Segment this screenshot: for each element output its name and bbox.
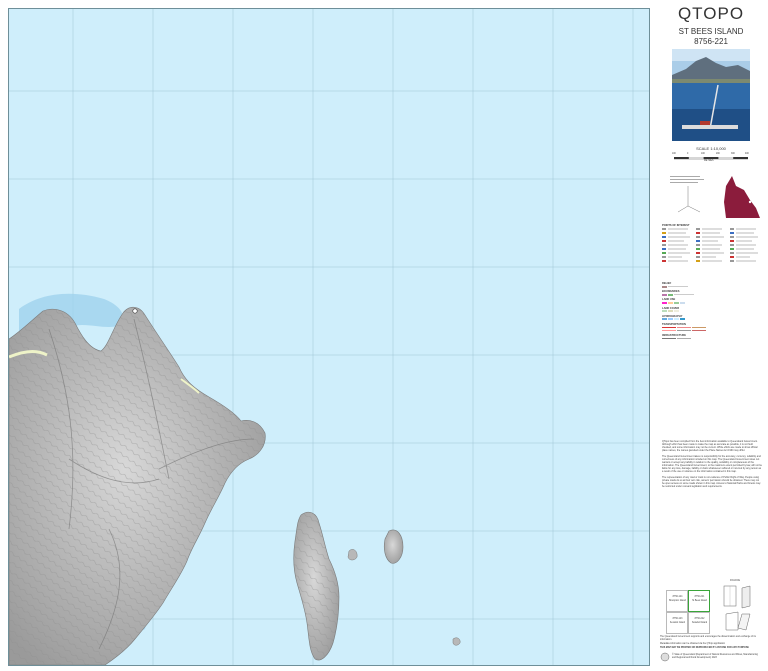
cover-photo <box>672 49 750 141</box>
queensland-inset-map <box>724 176 760 218</box>
map-title: QTOPO <box>677 4 745 23</box>
index-sheet-4-name: Scawfell Island <box>691 622 708 624</box>
index-sheet-1-name: Brampton Island <box>669 600 686 602</box>
fold-label: FOLDING <box>730 580 741 582</box>
index-sheet-2-num: 8756-221 <box>694 596 705 598</box>
disclaimer: QTopo has been compiled from the best in… <box>662 440 762 491</box>
sheet-number: 8756-221 <box>694 37 728 46</box>
scale-unit: METRES <box>704 160 714 162</box>
index-sheet-4-num: 8756-222 <box>694 618 705 620</box>
index-sheet-1-num: 8756-124 <box>672 596 683 598</box>
legend-land-use-row <box>662 301 764 304</box>
location-diagram <box>670 176 760 218</box>
legend-land-cover-row <box>662 310 764 313</box>
legend-hydrography-row <box>662 318 764 321</box>
scale-tick-0: 100 <box>672 153 676 155</box>
map-legend: POINTS OF INTEREST RELIEF BOUNDARIES LAN… <box>662 222 764 341</box>
legend-boundaries-row <box>662 293 764 296</box>
disclaimer-paragraph-2: The Queensland Government takes no respo… <box>662 455 763 473</box>
disclaimer-paragraph-3: The representation of any road or track … <box>662 476 761 488</box>
queensland-crest-icon <box>660 652 670 662</box>
legend-transport-row-2 <box>662 329 764 332</box>
notice-metadata: Metadata information can be obtained via… <box>660 643 725 645</box>
notice-print: THIS MAP MAY BE PRINTED OR REPRODUCED BY… <box>660 647 749 649</box>
legend-points-symbols <box>662 228 758 262</box>
map-area[interactable] <box>8 8 650 666</box>
folding-diagram: FOLDING <box>716 580 762 632</box>
islet-south <box>452 637 461 646</box>
scale-tick-2: 100 <box>701 153 705 155</box>
sheet-name: ST BEES ISLAND <box>678 27 744 36</box>
notice-supports: The Queensland Government supports and e… <box>660 636 756 641</box>
index-sheet-3-num: 8756-123 <box>672 618 683 620</box>
scale-bar: 100 0 100 200 300 400 METRES <box>672 153 749 163</box>
islet-small <box>347 549 358 561</box>
scale-tick-3: 200 <box>716 153 720 155</box>
copyright: © State of Queensland (Department of Nat… <box>672 654 758 659</box>
sheet-index: 8756-124 Brampton Island 8756-221 St Bee… <box>666 590 710 634</box>
disclaimer-paragraph-1: QTopo has been compiled from the best in… <box>662 440 758 452</box>
scale-tick-4: 300 <box>731 153 735 155</box>
scale-tick-1: 0 <box>687 153 689 155</box>
islet-east <box>383 529 404 564</box>
scale-tick-5: 400 <box>745 153 749 155</box>
scale-label: SCALE 1:10,000 <box>696 146 726 151</box>
index-sheet-3-name: Keswick Island <box>669 622 686 624</box>
index-sheet-2-name: St Bees Island <box>692 600 707 602</box>
info-panel: QTOPO ST BEES ISLAND 8756-221 SCALE 1:10… <box>654 0 768 671</box>
legend-infrastructure-row <box>662 337 764 340</box>
survey-marker-icon <box>132 308 138 314</box>
topographic-map <box>9 9 649 665</box>
legend-relief-row <box>662 285 764 288</box>
footer: The Queensland Government supports and e… <box>660 636 764 662</box>
